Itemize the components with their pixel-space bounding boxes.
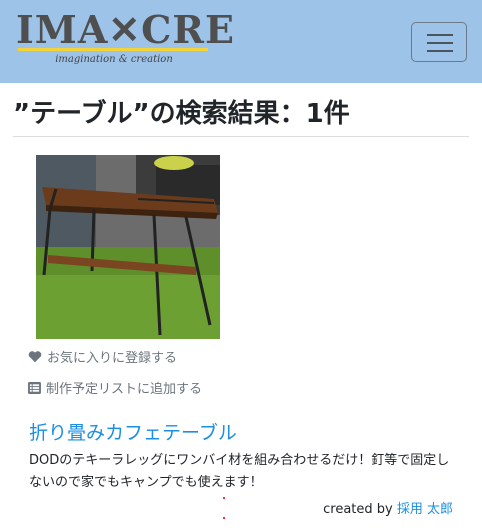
heart-icon xyxy=(28,351,42,363)
logo-underline xyxy=(18,48,208,51)
author-link[interactable]: 採用 太郎 xyxy=(397,502,453,517)
result-card: お気に入りに登録する 制作予定リストに追加する 折り畳みカフェテーブル DODの… xyxy=(0,137,482,530)
result-description: DODのテキーラレッグにワンバイ材を組み合わせるだけ！釘等で固定しないので家でも… xyxy=(29,453,450,490)
created-by-label: created by xyxy=(323,502,397,517)
decoration-dot xyxy=(223,497,225,499)
add-favorite-link[interactable]: お気に入りに登録する xyxy=(28,347,177,366)
logo-tagline: imagination & creation xyxy=(55,54,173,65)
site-logo[interactable]: IMA✕CRE imagination & creation xyxy=(16,8,234,72)
creator-line: created by 採用 太郎 xyxy=(323,498,453,517)
decoration-dot xyxy=(223,517,225,519)
search-result-heading: ”テーブル”の検索結果：1件 xyxy=(13,99,350,129)
add-plan-list-label: 制作予定リストに追加する xyxy=(46,382,203,397)
add-plan-list-link[interactable]: 制作予定リストに追加する xyxy=(28,378,202,397)
add-favorite-label: お気に入りに登録する xyxy=(47,351,178,366)
logo-text: IMA✕CRE xyxy=(16,7,235,52)
navbar: IMA✕CRE imagination & creation xyxy=(0,0,482,83)
result-title-link[interactable]: 折り畳みカフェテーブル xyxy=(29,418,237,445)
menu-toggle-button[interactable] xyxy=(411,22,467,62)
hamburger-icon xyxy=(427,34,453,36)
table-photo[interactable] xyxy=(36,155,220,339)
list-icon xyxy=(28,381,41,394)
